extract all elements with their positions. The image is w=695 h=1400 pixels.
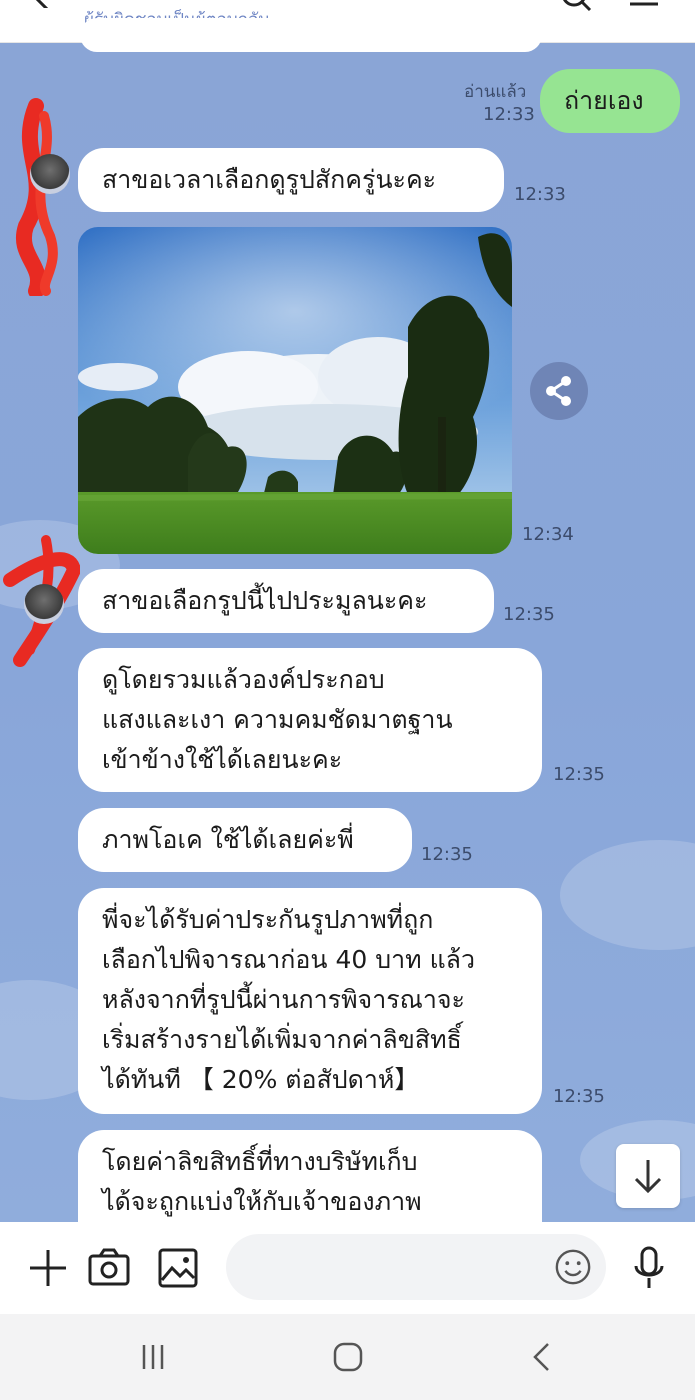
message-line: พี่จะได้รับค่าประกันรูปภาพที่ถูก	[102, 905, 434, 934]
message-time: 12:35	[421, 844, 473, 865]
emoji-icon[interactable]	[554, 1248, 592, 1286]
message-input[interactable]	[226, 1234, 606, 1300]
message-line: แสงและเงา ความคมชัดมาตฐาน	[102, 705, 453, 734]
message-input-bar	[0, 1222, 695, 1314]
chat-background: ผู้รับผิดชอบเป็นผู้ตอบกลับ อ่านแล้ว 12:3…	[0, 0, 695, 1222]
message-time: 12:34	[522, 524, 574, 545]
shared-photo[interactable]	[78, 227, 512, 554]
back-icon[interactable]	[530, 1341, 554, 1373]
received-message-bubble[interactable]: ดูโดยรวมแล้วองค์ประกอบ แสงและเงา ความคมช…	[78, 648, 542, 792]
message-time: 12:35	[553, 764, 605, 785]
share-button[interactable]	[530, 362, 588, 420]
image-icon[interactable]	[158, 1248, 198, 1288]
message-time: 12:35	[503, 604, 555, 625]
message-line: ได้จะถูกแบ่งให้กับเจ้าของภาพ	[102, 1187, 422, 1216]
message-line: ได้ทันที 【 20% ต่อสัปดาห์】	[102, 1065, 420, 1094]
message-time: 12:33	[483, 104, 535, 125]
previous-message-bubble	[80, 18, 542, 52]
arrow-down-icon	[634, 1160, 662, 1194]
search-icon[interactable]	[560, 0, 594, 14]
red-scribble-mark	[16, 98, 58, 296]
read-status: อ่านแล้ว	[464, 82, 527, 102]
message-time: 12:33	[514, 184, 566, 205]
message-line: เข้าข้างใช้ได้เลยนะคะ	[102, 745, 343, 774]
message-time: 12:35	[553, 1086, 605, 1107]
home-icon[interactable]	[332, 1341, 364, 1373]
received-message-bubble[interactable]: โดยค่าลิขสิทธิ์ที่ทางบริษัทเก็บ ได้จะถูก…	[78, 1130, 542, 1222]
sender-avatar[interactable]	[24, 584, 64, 624]
received-message-bubble[interactable]: พี่จะได้รับค่าประกันรูปภาพที่ถูก เลือกไป…	[78, 888, 542, 1114]
message-line: ดูโดยรวมแล้วองค์ประกอบ	[102, 665, 385, 694]
plus-icon[interactable]	[28, 1248, 68, 1288]
received-message-bubble[interactable]: สาขอเลือกรูปนี้ไปประมูลนะคะ	[78, 569, 494, 633]
share-icon	[546, 376, 571, 406]
camera-icon[interactable]	[88, 1248, 130, 1288]
sent-message-bubble[interactable]: ถ่ายเอง	[540, 69, 680, 133]
menu-icon[interactable]	[626, 0, 662, 10]
message-line: หลังจากที่รูปนี้ผ่านการพิจารณาจะ	[102, 985, 465, 1014]
recents-icon[interactable]	[138, 1342, 168, 1372]
scroll-to-bottom-button[interactable]	[616, 1144, 680, 1208]
microphone-icon[interactable]	[632, 1246, 666, 1290]
message-line: โดยค่าลิขสิทธิ์ที่ทางบริษัทเก็บ	[102, 1147, 418, 1176]
message-line: เลือกไปพิจารณาก่อน 40 บาท แล้ว	[102, 945, 476, 974]
received-message-bubble[interactable]: สาขอเวลาเลือกดูรูปสักครู่นะคะ	[78, 148, 504, 212]
sender-avatar[interactable]	[30, 154, 70, 194]
message-line: เริ่มสร้างรายได้เพิ่มจากค่าลิขสิทธิ์	[102, 1025, 462, 1054]
chevron-left-icon[interactable]	[34, 0, 56, 8]
system-navigation-bar	[0, 1314, 695, 1400]
received-message-bubble[interactable]: ภาพโอเค ใช้ได้เลยค่ะพี่	[78, 808, 412, 872]
